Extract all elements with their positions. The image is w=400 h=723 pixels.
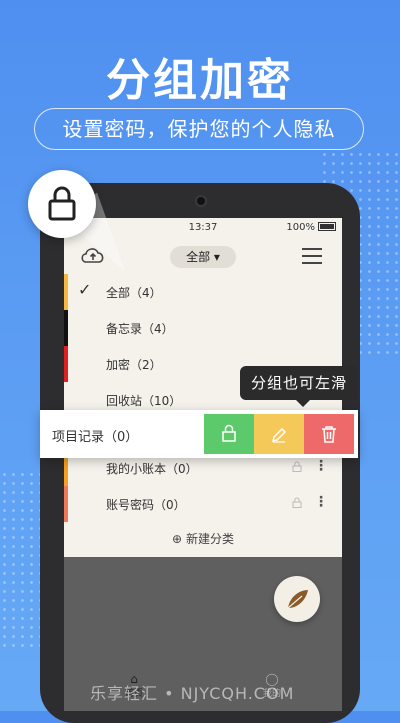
battery-label: 100%	[286, 222, 315, 233]
check-icon: ✓	[78, 280, 92, 299]
new-category-button[interactable]: ⊕ 新建分类	[64, 530, 342, 547]
lock-icon	[222, 424, 236, 442]
phone-screen: 13:37 100% 全部 ▾ ✓ 全部（4） 备忘录（4） 加密（2） 回收站…	[64, 218, 342, 711]
more-icon[interactable]: ⋮	[314, 458, 328, 474]
category-label: 项目记录（0）	[52, 430, 139, 445]
new-category-label: 新建分类	[185, 532, 234, 546]
category-item-passwords[interactable]: 账号密码（0） ⋮	[64, 486, 342, 522]
edit-action-button[interactable]	[254, 414, 304, 454]
category-color-bar	[64, 346, 68, 382]
more-icon[interactable]: ⋮	[314, 494, 328, 510]
category-label: 账号密码（0）	[106, 498, 186, 512]
delete-action-button[interactable]	[304, 414, 354, 454]
category-filter-dropdown[interactable]: 全部 ▾	[170, 246, 236, 268]
category-label: 回收站（10）	[106, 394, 182, 408]
status-battery: 100%	[286, 222, 336, 233]
camera	[195, 195, 207, 207]
category-label: 我的小账本（0）	[106, 462, 198, 476]
swipe-hint-tooltip: 分组也可左滑	[240, 366, 358, 407]
category-label: 备忘录（4）	[106, 322, 174, 336]
battery-icon	[318, 222, 336, 231]
category-color-bar	[64, 486, 68, 522]
swiped-category-row[interactable]: 项目记录（0）	[40, 410, 358, 458]
trash-icon	[322, 426, 336, 443]
lock-icon[interactable]	[292, 497, 302, 511]
subheadline: 设置密码，保护您的个人隐私	[34, 108, 364, 150]
watermark: 乐享轻汇 • NJYCQH.COM	[90, 684, 295, 703]
dot-pattern-left	[0, 470, 40, 650]
padlock-icon	[48, 186, 76, 221]
headline: 分组加密	[106, 55, 294, 106]
category-color-bar	[64, 310, 68, 346]
category-color-bar	[64, 274, 68, 310]
lock-action-button[interactable]	[204, 414, 254, 454]
leaf-icon	[287, 590, 308, 609]
category-filter-label: 全部	[186, 250, 211, 264]
lock-badge	[28, 170, 96, 238]
category-label: 全部（4）	[106, 286, 162, 300]
plus-circle-icon: ⊕	[172, 532, 183, 546]
pencil-icon	[271, 427, 287, 443]
category-item-memo[interactable]: 备忘录（4）	[64, 310, 342, 346]
lock-icon[interactable]	[292, 461, 302, 475]
compose-button[interactable]	[274, 576, 320, 622]
menu-icon[interactable]	[302, 248, 322, 269]
caret-down-icon: ▾	[213, 250, 220, 264]
category-label: 加密（2）	[106, 358, 162, 372]
